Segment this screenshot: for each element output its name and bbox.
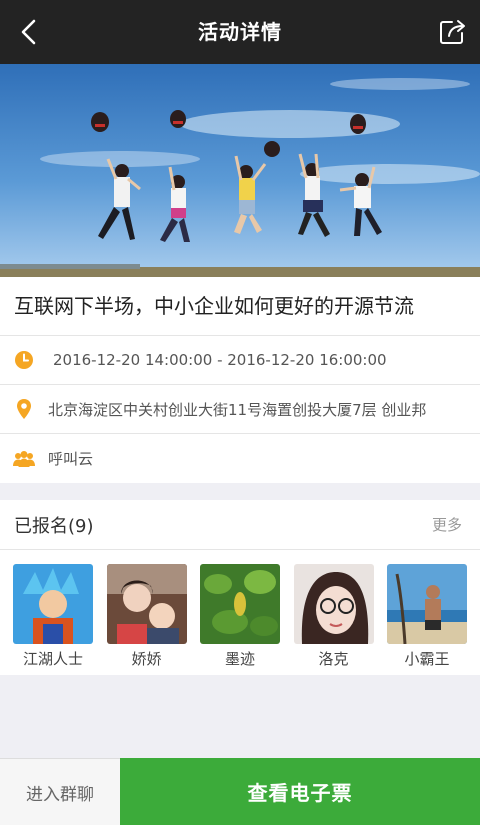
- attendees-section: 已报名(9) 更多 江湖人士 娇娇 墨迹 洛克 小霸王: [0, 500, 480, 675]
- join-group-chat-button[interactable]: 进入群聊: [0, 758, 120, 825]
- attendee-name: 江湖人士: [22, 650, 83, 668]
- avatar: [200, 564, 280, 644]
- attendee-item[interactable]: 娇娇: [106, 564, 187, 669]
- attendee-item[interactable]: 墨迹: [200, 564, 280, 669]
- event-time: 2016-12-20 14:00:00 - 2016-12-20 16:00:0…: [53, 351, 387, 369]
- attendee-name: 墨迹: [224, 650, 255, 668]
- avatar: [106, 564, 187, 644]
- avatar: [293, 564, 374, 644]
- event-detail-screen: 活动详情 互联网下半场，中小企业如何更好的开源节流 2016-12-20 14:…: [0, 0, 480, 825]
- view-e-ticket-button[interactable]: 查看电子票: [120, 758, 480, 825]
- event-address-row[interactable]: 北京海淀区中关村创业大街11号海置创投大厦7层 创业邦: [0, 385, 480, 434]
- page-title: 活动详情: [198, 20, 282, 44]
- location-pin-icon: [0, 398, 48, 420]
- event-title: 互联网下半场，中小企业如何更好的开源节流: [0, 277, 480, 336]
- more-attendees-link[interactable]: 更多: [432, 514, 462, 535]
- event-address: 北京海淀区中关村创业大街11号海置创投大厦7层 创业邦: [48, 400, 427, 419]
- share-icon[interactable]: [434, 14, 470, 50]
- event-organizer-row: 呼叫云: [0, 434, 480, 483]
- event-banner-image: [0, 64, 480, 277]
- attendee-list: 江湖人士 娇娇 墨迹 洛克 小霸王: [0, 550, 480, 669]
- event-time-row: 2016-12-20 14:00:00 - 2016-12-20 16:00:0…: [0, 336, 480, 385]
- event-info-card: 互联网下半场，中小企业如何更好的开源节流 2016-12-20 14:00:00…: [0, 277, 480, 483]
- avatar: [13, 564, 93, 644]
- attendees-header: 已报名(9) 更多: [0, 500, 480, 550]
- clock-icon: [0, 350, 48, 370]
- attendees-count: 已报名(9): [14, 515, 94, 537]
- attendee-name: 洛克: [318, 650, 349, 668]
- attendee-name: 娇娇: [131, 650, 162, 668]
- group-icon: [0, 450, 48, 468]
- attendee-name: 小霸王: [404, 650, 450, 668]
- bottom-action-bar: 进入群聊 查看电子票: [0, 758, 480, 825]
- nav-bar: 活动详情: [0, 0, 480, 64]
- attendee-item[interactable]: 小霸王: [387, 564, 467, 669]
- event-organizer: 呼叫云: [48, 450, 94, 468]
- avatar: [387, 564, 467, 644]
- attendee-item[interactable]: 江湖人士: [13, 564, 93, 669]
- attendee-item[interactable]: 洛克: [293, 564, 374, 669]
